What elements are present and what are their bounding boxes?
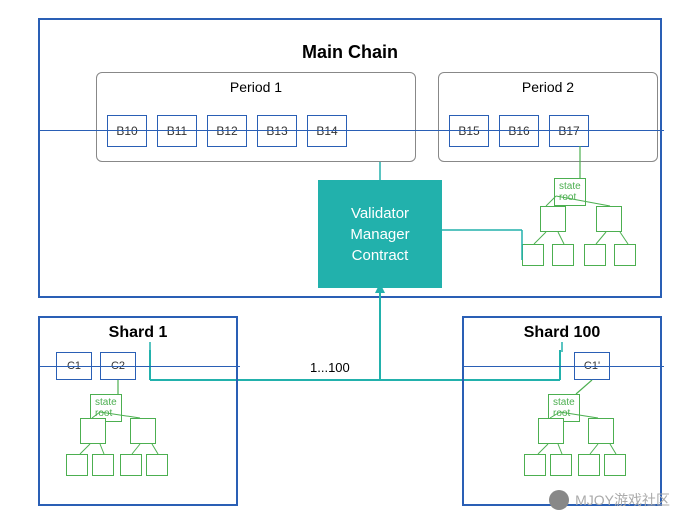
shard-1-connectors — [40, 318, 240, 508]
shard-1-title: Shard 1 — [40, 324, 236, 342]
tree-node — [538, 418, 564, 444]
shard-1-container: Shard 1 C1 C2 state root — [38, 316, 238, 506]
tree-leaf — [524, 454, 546, 476]
tree-leaf — [578, 454, 600, 476]
tree-leaf — [604, 454, 626, 476]
tree-node — [588, 418, 614, 444]
watermark-icon — [549, 490, 569, 510]
tree-node — [80, 418, 106, 444]
watermark-text: MJOY游戏社区 — [575, 490, 670, 510]
tree-leaf — [550, 454, 572, 476]
tree-leaf — [92, 454, 114, 476]
tree-leaf — [120, 454, 142, 476]
shard-100-container: Shard 100 C1' state root — [462, 316, 662, 506]
watermark: MJOY游戏社区 — [549, 490, 670, 510]
shard-1-chain-line — [40, 366, 240, 367]
tree-leaf — [66, 454, 88, 476]
shard-100-title: Shard 100 — [464, 324, 660, 342]
shard-100-chain-line — [464, 366, 664, 367]
connector-label: 1...100 — [310, 360, 350, 375]
tree-node — [130, 418, 156, 444]
tree-leaf — [146, 454, 168, 476]
